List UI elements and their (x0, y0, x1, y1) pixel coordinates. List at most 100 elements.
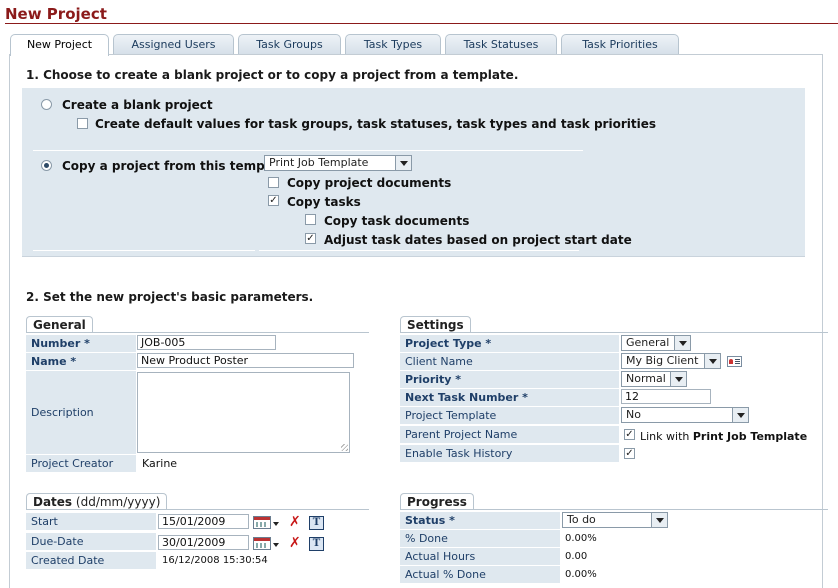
page-title: New Project (5, 5, 107, 23)
parent-project-label: Parent Project Name (400, 426, 619, 443)
copy-task-docs-label: Copy task documents (324, 214, 470, 228)
blank-project-label: Create a blank project (62, 98, 213, 112)
template-select[interactable]: Print Job Template (264, 155, 412, 171)
created-date-value: 16/12/2008 15:30:54 (162, 555, 268, 566)
task-history-label: Enable Task History (400, 445, 619, 462)
copy-template-radio[interactable] (41, 160, 52, 171)
chevron-down-icon (670, 372, 686, 386)
due-clear-icon[interactable]: ✗ (289, 536, 301, 550)
actual-hours-label: Actual Hours (400, 548, 560, 565)
name-input[interactable]: New Product Poster (137, 353, 354, 368)
parent-link-checkbox[interactable]: ✓ (624, 429, 635, 440)
project-type-label: Project Type * (400, 335, 619, 352)
start-calendar-icon[interactable] (253, 516, 271, 529)
tab-bar: New Project Assigned Users Task Groups T… (5, 34, 838, 56)
status-label: Status * (400, 512, 560, 529)
project-creator-value: Karine (142, 457, 178, 470)
priority-value: Normal (626, 372, 666, 385)
tab-assigned-users[interactable]: Assigned Users (113, 34, 234, 54)
copy-template-label: Copy a project from this template (62, 159, 291, 173)
number-input[interactable]: JOB-005 (137, 335, 276, 350)
parent-link-prefix: Link with (640, 430, 690, 443)
parent-link-text: Link with Print Job Template (640, 429, 807, 444)
description-label: Description (26, 371, 136, 454)
dates-group-title: Dates (dd/mm/yyyy) (26, 493, 168, 509)
start-date-label: Start (26, 513, 156, 530)
due-calendar-icon[interactable] (253, 537, 271, 550)
client-name-select[interactable]: My Big Client (621, 353, 721, 369)
chevron-down-icon (704, 354, 720, 368)
project-template-select[interactable]: No (621, 407, 749, 423)
project-type-value: General (626, 336, 670, 349)
number-label: Number * (26, 335, 136, 352)
progress-group-title: Progress (400, 493, 474, 509)
percent-done-value: 0.00% (565, 533, 597, 544)
created-date-label: Created Date (26, 552, 156, 569)
name-label: Name * (26, 353, 136, 370)
choice-divider (33, 150, 583, 151)
dates-group-rule (26, 509, 369, 510)
chevron-down-icon (395, 156, 411, 170)
choice-footer-divider-2 (259, 250, 579, 251)
project-creator-label: Project Creator (26, 455, 136, 472)
start-today-icon[interactable]: T (309, 516, 324, 530)
tab-task-priorities[interactable]: Task Priorities (561, 34, 679, 54)
general-group-rule (26, 332, 369, 333)
parent-link-name: Print Job Template (692, 430, 808, 443)
project-type-select[interactable]: General (621, 335, 691, 351)
status-select[interactable]: To do (562, 512, 668, 528)
project-template-label: Project Template (400, 407, 619, 424)
percent-done-label: % Done (400, 530, 560, 547)
due-date-input[interactable]: 30/01/2009 (158, 535, 249, 550)
client-card-icon[interactable] (727, 356, 742, 367)
section-1-title: 1. Choose to create a blank project or t… (26, 68, 519, 82)
due-date-label: Due-Date (26, 533, 156, 550)
next-task-number-label: Next Task Number * (400, 389, 619, 406)
due-today-icon[interactable]: T (309, 537, 324, 551)
client-name-value: My Big Client (626, 354, 699, 367)
task-history-checkbox[interactable]: ✓ (624, 448, 635, 459)
tab-new-project[interactable]: New Project (10, 34, 109, 56)
copy-task-docs-checkbox[interactable] (305, 214, 316, 225)
actual-percent-done-value: 0.00% (565, 569, 597, 580)
default-values-label: Create default values for task groups, t… (95, 117, 656, 131)
adjust-dates-checkbox[interactable]: ✓ (305, 233, 316, 244)
status-value: To do (567, 513, 596, 526)
start-clear-icon[interactable]: ✗ (289, 515, 301, 529)
dates-title: Dates (33, 495, 73, 509)
priority-label: Priority * (400, 371, 619, 388)
blank-project-radio[interactable] (41, 99, 52, 110)
template-select-value: Print Job Template (269, 156, 369, 169)
tab-task-groups[interactable]: Task Groups (238, 34, 341, 54)
priority-select[interactable]: Normal (621, 371, 687, 387)
chevron-down-icon (732, 408, 748, 422)
default-values-checkbox[interactable] (77, 118, 88, 129)
actual-hours-value: 0.00 (565, 551, 588, 562)
choice-footer-divider (33, 250, 255, 251)
section-2-title: 2. Set the new project's basic parameter… (26, 290, 314, 304)
copy-tasks-label: Copy tasks (287, 195, 361, 209)
next-task-number-input[interactable]: 12 (621, 389, 711, 404)
copy-documents-checkbox[interactable] (268, 177, 279, 188)
settings-group-title: Settings (400, 316, 471, 332)
copy-tasks-checkbox[interactable]: ✓ (268, 195, 279, 206)
adjust-dates-label: Adjust task dates based on project start… (324, 233, 632, 247)
settings-group-rule (400, 332, 828, 333)
chevron-down-icon (651, 513, 667, 527)
progress-group-rule (400, 509, 828, 510)
resize-grip-icon[interactable] (341, 444, 348, 451)
tab-task-types[interactable]: Task Types (345, 34, 441, 54)
general-group-title: General (26, 316, 93, 332)
copy-documents-label: Copy project documents (287, 176, 452, 190)
actual-percent-done-label: Actual % Done (400, 566, 560, 583)
start-date-input[interactable]: 15/01/2009 (158, 514, 249, 529)
client-name-label: Client Name (400, 353, 619, 370)
dates-format: (dd/mm/yyyy) (75, 495, 161, 509)
description-textarea[interactable] (137, 372, 350, 453)
title-divider (5, 23, 838, 24)
start-calendar-dropdown-icon[interactable] (273, 522, 279, 526)
due-calendar-dropdown-icon[interactable] (273, 543, 279, 547)
chevron-down-icon (674, 336, 690, 350)
project-template-value: No (626, 408, 641, 421)
tab-task-statuses[interactable]: Task Statuses (445, 34, 557, 54)
